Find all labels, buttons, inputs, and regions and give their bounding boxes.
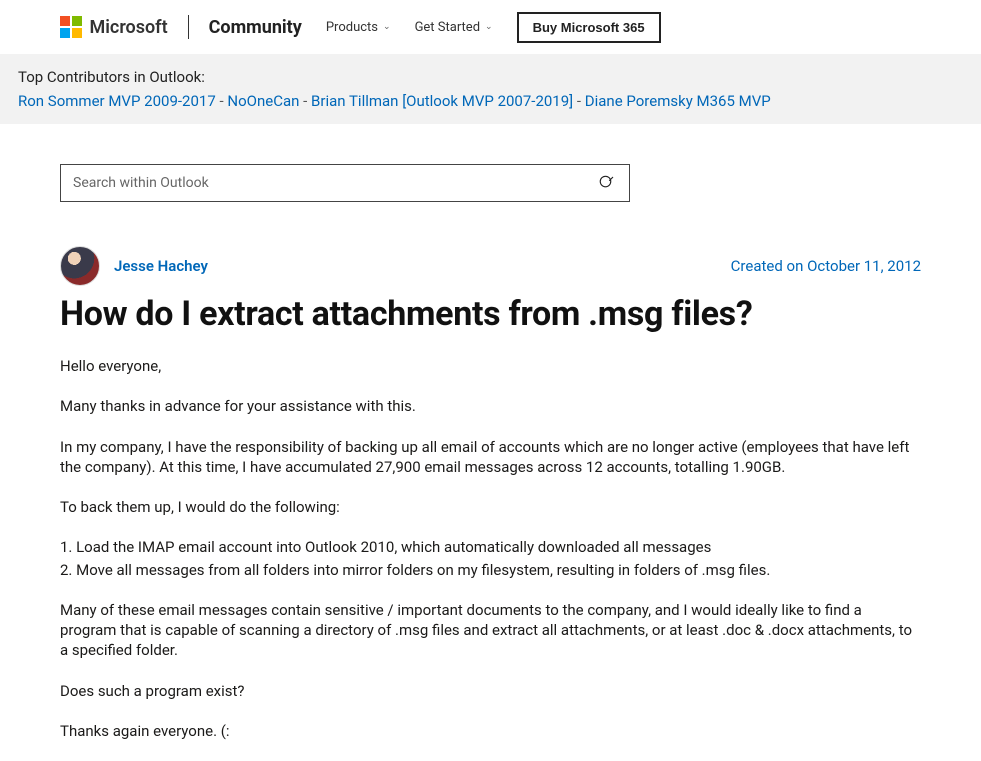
contributors-list: Ron Sommer MVP 2009-2017 - NoOneCan - Br… <box>18 92 771 110</box>
community-link[interactable]: Community <box>209 17 302 38</box>
brand-label: Microsoft <box>90 17 168 38</box>
separator: - <box>577 92 581 110</box>
paragraph: In my company, I have the responsibility… <box>60 437 921 478</box>
chevron-down-icon: ⌄ <box>383 22 391 32</box>
divider <box>188 15 189 39</box>
contributor-link[interactable]: Diane Poremsky M365 MVP <box>585 92 771 110</box>
top-contributors-bar: Top Contributors in Outlook: Ron Sommer … <box>0 54 981 124</box>
paragraph: Many of these email messages contain sen… <box>60 600 921 661</box>
post-title: How do I extract attachments from .msg f… <box>60 294 921 334</box>
separator: - <box>303 92 307 110</box>
paragraph: Does such a program exist? <box>60 681 921 701</box>
search-button[interactable] <box>585 174 629 192</box>
post-header: Jesse Hachey Created on October 11, 2012 <box>60 246 921 286</box>
contributor-link[interactable]: Ron Sommer MVP 2009-2017 <box>18 92 216 110</box>
paragraph: Thanks again everyone. (: <box>60 721 921 741</box>
author-link[interactable]: Jesse Hachey <box>114 257 208 275</box>
question-post: Jesse Hachey Created on October 11, 2012… <box>60 246 921 741</box>
nav-products[interactable]: Products ⌄ <box>326 20 391 35</box>
avatar[interactable] <box>60 246 100 286</box>
paragraph: Hello everyone, <box>60 356 921 376</box>
site-header: Microsoft Community Products ⌄ Get Start… <box>0 0 981 54</box>
search-box <box>60 164 630 202</box>
microsoft-logo[interactable]: Microsoft <box>60 16 168 38</box>
nav-get-started-label: Get Started <box>415 20 480 35</box>
list-item: 1. Load the IMAP email account into Outl… <box>60 537 921 557</box>
top-contributors-label: Top Contributors in Outlook: <box>18 68 205 86</box>
search-icon <box>598 174 616 192</box>
chevron-down-icon: ⌄ <box>485 22 493 32</box>
nav-products-label: Products <box>326 20 378 35</box>
list-item: 2. Move all messages from all folders in… <box>60 560 921 580</box>
search-input[interactable] <box>61 175 585 191</box>
author-block: Jesse Hachey <box>60 246 208 286</box>
post-body: Hello everyone, Many thanks in advance f… <box>60 356 921 741</box>
search-section <box>60 164 921 202</box>
buy-microsoft-365-button[interactable]: Buy Microsoft 365 <box>517 12 661 43</box>
paragraph: To back them up, I would do the followin… <box>60 497 921 517</box>
paragraph: Many thanks in advance for your assistan… <box>60 396 921 416</box>
created-date: Created on October 11, 2012 <box>731 257 921 275</box>
contributor-link[interactable]: Brian Tillman [Outlook MVP 2007-2019] <box>311 92 573 110</box>
microsoft-icon <box>60 16 82 38</box>
separator: - <box>219 92 223 110</box>
nav-get-started[interactable]: Get Started ⌄ <box>415 20 493 35</box>
contributor-link[interactable]: NoOneCan <box>227 92 299 110</box>
